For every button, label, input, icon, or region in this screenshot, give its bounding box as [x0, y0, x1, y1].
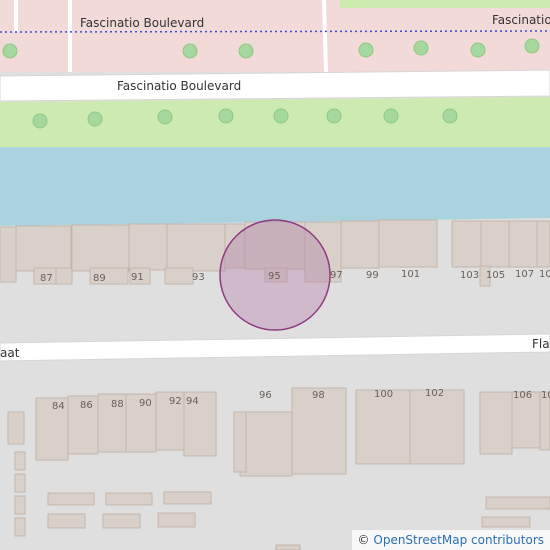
house-number: 103: [460, 270, 479, 281]
house-number: 98: [312, 390, 325, 401]
tree-icon: [32, 113, 48, 129]
street-label: Fascinatio Boulevard: [80, 16, 204, 30]
grass-strip: [0, 97, 550, 147]
copyright-symbol: ©: [357, 533, 370, 547]
tree-icon: [442, 108, 458, 124]
house-number: 102: [425, 388, 444, 399]
tree-icon: [326, 108, 342, 124]
tree-icon: [383, 108, 399, 124]
tree-icon: [470, 42, 486, 58]
tree-icon: [87, 111, 103, 127]
map-layer: Fascinatio Boulevard Fascinatio B Fascin…: [0, 0, 550, 550]
house-number: 93: [192, 272, 205, 283]
tree-icon: [273, 108, 289, 124]
tree-icon: [218, 108, 234, 124]
grass-strip-top: [340, 0, 550, 8]
house-number: 90: [139, 398, 152, 409]
footpath: [322, 0, 328, 73]
tree-icon: [157, 109, 173, 125]
attribution-link[interactable]: OpenStreetMap contributors: [373, 533, 544, 547]
tree-icon: [413, 40, 429, 56]
house-number: 91: [131, 272, 144, 283]
house-number: 97: [330, 270, 343, 281]
house-number: 96: [259, 390, 272, 401]
house-number: 89: [93, 273, 106, 284]
house-number: 100: [374, 389, 393, 400]
house-number: 106: [513, 390, 532, 401]
house-number: 99: [366, 270, 379, 281]
residential-area: [0, 0, 550, 72]
house-number: 87: [40, 273, 53, 284]
house-number: 92: [169, 396, 182, 407]
street-label: Fascinatio B: [492, 13, 550, 27]
street-label: Fla: [532, 337, 550, 351]
street-label: Fascinatio Boulevard: [117, 79, 241, 93]
tree-icon: [182, 43, 198, 59]
house-number: 86: [80, 400, 93, 411]
road-fascinatio-boulevard: [0, 69, 550, 102]
map-attribution: © OpenStreetMap contributors: [351, 530, 550, 550]
house-number: 95: [268, 271, 281, 282]
house-number: 105: [486, 270, 505, 281]
house-number: 107: [515, 269, 534, 280]
street-label: aat: [0, 346, 20, 360]
tree-icon: [2, 43, 18, 59]
house-number: 101: [401, 269, 420, 280]
water-canal: [0, 147, 550, 226]
tree-icon: [524, 38, 540, 54]
house-number: 108: [541, 390, 550, 401]
house-number: 84: [52, 401, 65, 412]
house-number: 94: [186, 396, 199, 407]
house-number: 10: [539, 269, 550, 280]
tree-icon: [238, 43, 254, 59]
house-number: 88: [111, 399, 124, 410]
tree-icon: [358, 42, 374, 58]
map-canvas[interactable]: Fascinatio Boulevard Fascinatio B Fascin…: [0, 0, 550, 550]
